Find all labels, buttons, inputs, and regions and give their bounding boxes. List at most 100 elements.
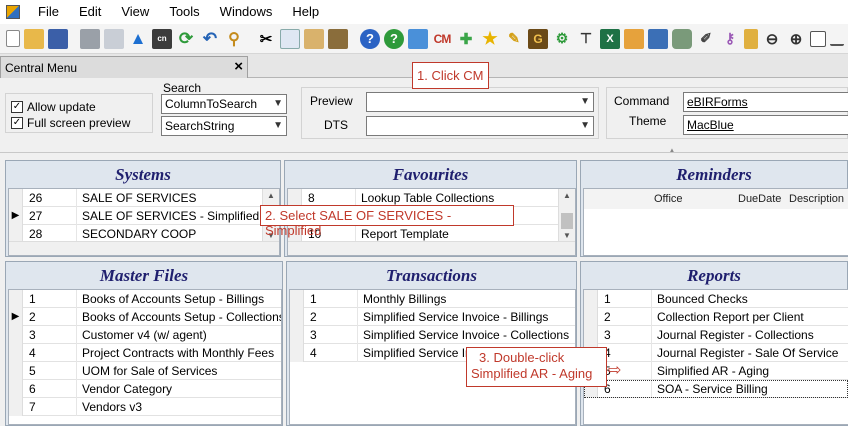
window-icon[interactable] (810, 30, 826, 47)
undo-icon[interactable]: ↶ (200, 29, 220, 49)
table-row[interactable]: 3 Simplified Service Invoice - Collection… (290, 325, 575, 344)
command-input[interactable]: eBIRForms (683, 92, 848, 112)
column-to-search-select[interactable]: ColumnToSearch ▼ (161, 94, 287, 114)
excel-icon[interactable]: X (600, 28, 620, 49)
table-row[interactable]: 5 UOM for Sale of Services (9, 361, 281, 380)
preview-select[interactable]: ▼ (366, 92, 594, 112)
col-duedate[interactable]: DueDate (738, 193, 781, 205)
dts-select[interactable]: ▼ (366, 116, 594, 136)
menu-edit[interactable]: Edit (69, 0, 111, 24)
app-icon[interactable] (6, 5, 20, 19)
copy-icon[interactable] (280, 28, 300, 49)
table-row[interactable]: 1 Monthly Billings (290, 290, 575, 308)
print-icon[interactable] (80, 28, 100, 49)
table-row-selected[interactable]: ▶ 27 SALE OF SERVICES - Simplified (9, 206, 279, 225)
cm-icon[interactable]: CM (432, 29, 452, 49)
col-office[interactable]: Office (654, 193, 683, 205)
grid-icon[interactable] (328, 28, 348, 49)
row-name: Report Template (361, 226, 449, 241)
row-header[interactable] (290, 343, 304, 362)
scroll-thumb[interactable] (561, 213, 573, 229)
table-row[interactable]: 26 SALE OF SERVICES (9, 189, 279, 207)
tools-icon[interactable]: ✎ (504, 29, 524, 49)
table-row[interactable]: 1 Bounced Checks (584, 290, 848, 308)
favourites-hscrollbar[interactable] (288, 241, 575, 255)
row-header[interactable] (290, 290, 304, 308)
scroll-up-icon[interactable]: ▲ (263, 189, 279, 203)
calculator-icon[interactable] (408, 28, 428, 49)
row-header[interactable] (9, 397, 23, 416)
table-row-selected[interactable]: ▶ 2 Books of Accounts Setup - Collections (9, 307, 281, 326)
favourites-scrollbar[interactable]: ▲ ▼ (558, 189, 575, 243)
print-preview-icon[interactable] (104, 28, 124, 49)
close-icon[interactable]: × (234, 58, 243, 75)
menu-tools[interactable]: Tools (159, 0, 209, 24)
image-icon[interactable] (624, 28, 644, 49)
tab-central-menu[interactable]: Central Menu × (0, 56, 248, 78)
open-folder-icon[interactable] (24, 28, 44, 49)
theme-input[interactable]: MacBlue (683, 115, 848, 135)
col-description[interactable]: Description (789, 193, 844, 205)
menu-view[interactable]: View (111, 0, 159, 24)
paste-icon[interactable] (304, 28, 324, 49)
zoom-out-icon[interactable]: ⊖ (762, 29, 782, 49)
help-icon[interactable]: ? (360, 28, 380, 49)
command-label: Command (614, 94, 670, 108)
row-header[interactable] (584, 307, 598, 326)
table-row[interactable]: 3 Journal Register - Collections (584, 325, 848, 344)
table-row[interactable]: 2 Collection Report per Client (584, 307, 848, 326)
database-add-icon[interactable] (672, 28, 692, 49)
minimize-icon[interactable] (830, 32, 844, 46)
row-header[interactable] (290, 307, 304, 326)
row-header[interactable] (290, 325, 304, 344)
row-header[interactable] (9, 343, 23, 362)
upload-icon[interactable]: ▲ (128, 29, 148, 49)
table-row[interactable]: 6 SOA - Service Billing (584, 379, 848, 398)
search-string-select[interactable]: SearchString ▼ (161, 116, 287, 136)
refresh-icon[interactable]: ⟳ (176, 29, 196, 49)
row-header[interactable] (9, 224, 23, 243)
g-icon[interactable]: G (528, 28, 548, 49)
star-icon[interactable]: ★ (480, 29, 500, 49)
splitter[interactable] (0, 152, 848, 156)
table-row[interactable]: 4 Journal Register - Sale Of Service (584, 343, 848, 362)
systems-hscrollbar[interactable] (9, 241, 279, 255)
key-icon[interactable]: ⚷ (720, 29, 740, 49)
row-header[interactable] (9, 361, 23, 380)
save-icon[interactable] (48, 28, 68, 49)
zoom-in-icon[interactable]: ⊕ (786, 29, 806, 49)
table-row[interactable]: 3 Customer v4 (w/ agent) (9, 325, 281, 344)
puzzle-icon[interactable]: ✚ (456, 29, 476, 49)
network-icon[interactable]: ⚙ (552, 29, 572, 49)
table-row[interactable]: 2 Simplified Service Invoice - Billings (290, 307, 575, 326)
brush-icon[interactable]: ✐ (696, 29, 716, 49)
scroll-up-icon[interactable]: ▲ (559, 189, 575, 203)
row-header[interactable] (584, 290, 598, 308)
lock-icon[interactable] (744, 28, 758, 49)
row-header[interactable] (9, 325, 23, 344)
table-row[interactable]: 6 Vendor Category (9, 379, 281, 398)
row-header[interactable] (9, 379, 23, 398)
allow-update-checkbox[interactable]: ✓ Allow update (11, 99, 96, 114)
find-icon[interactable]: ⚲ (224, 29, 244, 49)
row-header[interactable] (584, 325, 598, 344)
menu-windows[interactable]: Windows (210, 0, 283, 24)
row-pointer-icon[interactable]: ▶ (9, 307, 23, 326)
row-header[interactable] (288, 189, 302, 207)
cut-icon[interactable]: ✂ (256, 29, 276, 49)
row-header[interactable] (9, 290, 23, 308)
row-header[interactable] (9, 189, 23, 207)
row-pointer-icon[interactable]: ▶ (9, 206, 23, 225)
new-document-icon[interactable] (6, 30, 20, 47)
table-row[interactable]: 5 Simplified AR - Aging (584, 361, 848, 380)
console-icon[interactable]: cn (152, 28, 172, 49)
table-row[interactable]: 1 Books of Accounts Setup - Billings (9, 290, 281, 308)
menu-help[interactable]: Help (282, 0, 329, 24)
menu-file[interactable]: File (28, 0, 69, 24)
question-green-icon[interactable]: ? (384, 28, 404, 49)
full-screen-preview-checkbox[interactable]: ✓ Full screen preview (11, 115, 130, 130)
folder-icon[interactable] (648, 28, 668, 49)
table-row[interactable]: 4 Project Contracts with Monthly Fees (9, 343, 281, 362)
pin-icon[interactable]: ⊤ (576, 29, 596, 49)
table-row[interactable]: 7 Vendors v3 (9, 397, 281, 416)
